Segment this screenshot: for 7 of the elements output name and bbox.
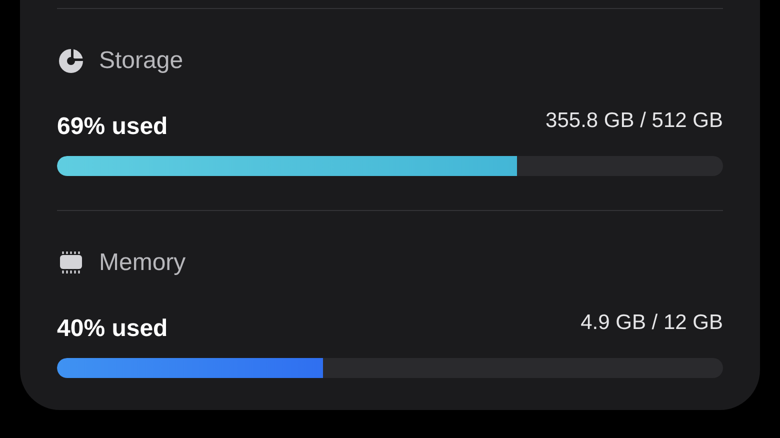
usage-amount: 4.9 GB / 12 GB: [580, 310, 723, 336]
section-title: Storage: [99, 47, 184, 75]
pie-chart-icon: [57, 47, 85, 75]
section-title: Memory: [99, 249, 186, 277]
usage-percent: 40% used: [57, 314, 168, 344]
usage-percent: 69% used: [57, 112, 168, 142]
usage-amount: 355.8 GB / 512 GB: [546, 108, 723, 134]
